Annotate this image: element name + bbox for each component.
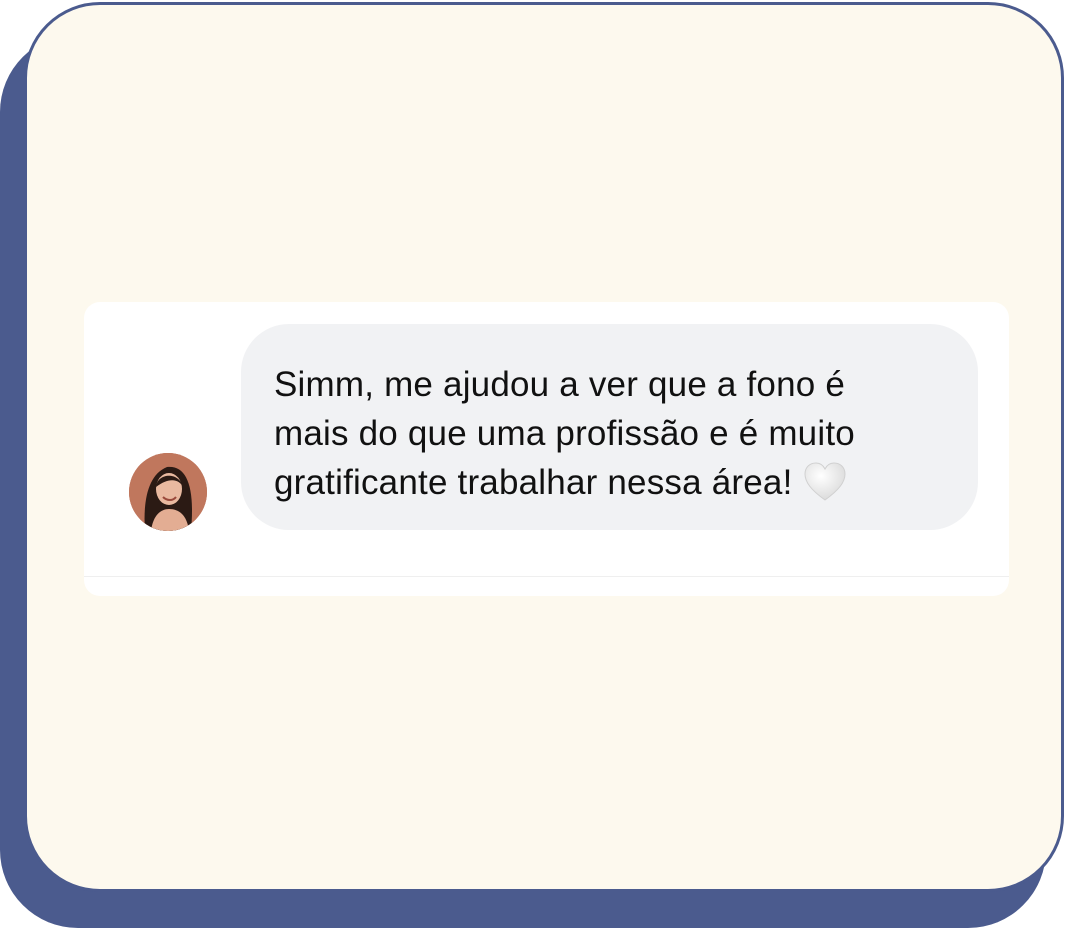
message-text: Simm, me ajudou a ver que a fono é mais … [274,360,948,515]
panel-divider [84,576,1009,577]
avatar-photo-icon [129,453,207,531]
message-line: Simm, me ajudou a ver que a fono é [274,365,846,404]
testimonial-frame: Simm, me ajudou a ver que a fono é mais … [0,0,1071,928]
user-avatar[interactable] [129,453,207,531]
message-line: mais do que uma profissão e é muito [274,414,855,453]
message-bubble[interactable]: Simm, me ajudou a ver que a fono é mais … [241,324,978,530]
message-line: gratificante trabalhar nessa área! [274,463,793,502]
white-heart-icon [803,462,847,515]
chat-message-panel: Simm, me ajudou a ver que a fono é mais … [84,302,1009,596]
